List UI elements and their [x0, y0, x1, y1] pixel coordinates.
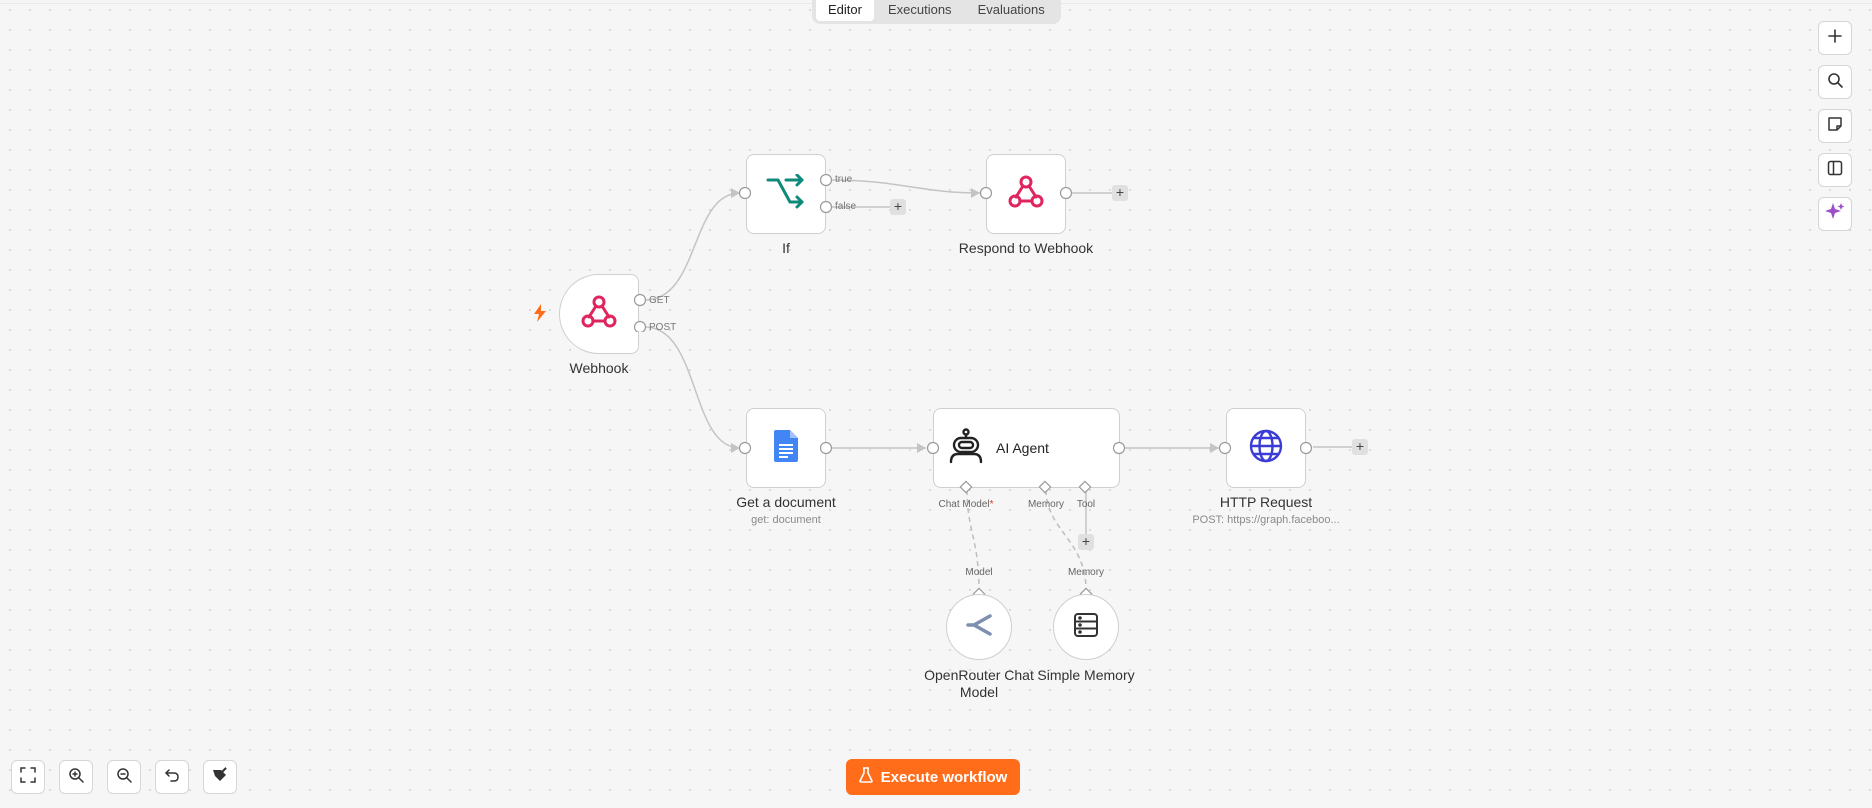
respond-node[interactable] — [986, 154, 1066, 234]
database-icon — [1073, 612, 1099, 643]
respond-output-handle[interactable] — [1059, 186, 1073, 200]
openrouter-icon — [964, 613, 994, 642]
if-output-true-label: true — [835, 174, 853, 185]
ai-assistant-button[interactable] — [1818, 197, 1852, 231]
webhook-node[interactable] — [559, 274, 639, 354]
trigger-bolt-icon — [533, 304, 547, 327]
panel-toggle-button[interactable] — [1818, 153, 1852, 187]
search-icon — [1827, 72, 1843, 93]
get-document-output-handle[interactable] — [819, 441, 833, 455]
respond-add-button[interactable]: + — [1112, 185, 1128, 201]
get-document-title: Get a document — [736, 494, 836, 510]
get-document-subtitle: get: document — [751, 514, 821, 526]
ai-agent-output-handle[interactable] — [1112, 441, 1126, 455]
tidy-up-button[interactable] — [203, 760, 237, 794]
http-request-subtitle: POST: https://graph.faceboo... — [1192, 514, 1340, 526]
webhook-output-post-label: POST — [649, 322, 677, 333]
respond-title: Respond to Webhook — [958, 240, 1094, 256]
chat-model-port-label: Chat Model — [938, 499, 990, 510]
execute-workflow-button[interactable]: Execute workflow — [846, 759, 1020, 795]
fit-view-icon — [20, 766, 36, 788]
ai-agent-node[interactable]: AI Agent — [933, 408, 1120, 488]
tidy-up-icon — [211, 766, 229, 789]
flask-icon — [858, 767, 873, 787]
ai-sparkle-icon — [1825, 202, 1845, 227]
webhook-title: Webhook — [569, 360, 629, 376]
fit-view-button[interactable] — [11, 760, 45, 794]
webhook-output-get-label: GET — [649, 295, 670, 306]
ai-agent-port-tool: Tool — [1076, 499, 1096, 510]
if-branch-icon — [766, 173, 806, 215]
get-document-node[interactable] — [746, 408, 826, 488]
panel-toggle-icon — [1827, 160, 1843, 181]
execute-workflow-label: Execute workflow — [880, 768, 1008, 786]
zoom-out-button[interactable] — [107, 760, 141, 794]
simple-memory-title: Simple Memory — [1037, 667, 1135, 683]
simple-memory-port-label: Memory — [1067, 567, 1105, 578]
webhook-icon — [1007, 173, 1045, 216]
ai-agent-add-tool-button[interactable]: + — [1078, 534, 1094, 550]
if-false-add-button[interactable]: + — [890, 199, 906, 215]
zoom-out-icon — [116, 767, 132, 788]
if-output-false-label: false — [835, 201, 857, 212]
http-add-button[interactable]: + — [1352, 439, 1368, 455]
respond-input-handle[interactable] — [979, 186, 993, 200]
webhook-icon — [580, 293, 618, 336]
http-request-title: HTTP Request — [1219, 494, 1313, 510]
ai-agent-port-memory: Memory — [1027, 499, 1065, 510]
globe-icon — [1248, 428, 1284, 469]
undo-icon — [164, 767, 180, 788]
openrouter-port-label: Model — [965, 567, 993, 578]
ai-agent-port-chat-model: Chat Model* — [930, 499, 1002, 510]
search-button[interactable] — [1818, 65, 1852, 99]
simple-memory-node[interactable] — [1053, 594, 1119, 660]
http-output-handle[interactable] — [1299, 441, 1313, 455]
if-output-handles[interactable] — [819, 173, 833, 215]
http-input-handle[interactable] — [1218, 441, 1232, 455]
if-input-handle[interactable] — [738, 186, 752, 200]
required-marker: * — [989, 499, 994, 510]
robot-icon — [948, 427, 984, 469]
openrouter-node[interactable] — [946, 594, 1012, 660]
add-node-icon — [1828, 28, 1842, 48]
if-node[interactable] — [746, 154, 826, 234]
ai-agent-sub-handles[interactable] — [957, 479, 1097, 497]
get-document-input-handle[interactable] — [738, 441, 752, 455]
undo-button[interactable] — [155, 760, 189, 794]
ai-agent-input-handle[interactable] — [926, 441, 940, 455]
openrouter-title-line2: Model — [959, 684, 999, 700]
connection-if-true-to-respond[interactable] — [829, 179, 981, 194]
sticky-note-icon — [1827, 116, 1843, 137]
sticky-note-button[interactable] — [1818, 109, 1852, 143]
webhook-output-handles[interactable] — [633, 292, 647, 332]
zoom-in-button[interactable] — [59, 760, 93, 794]
add-node-button[interactable] — [1818, 21, 1852, 55]
ai-agent-title: AI Agent — [996, 440, 1049, 456]
zoom-in-icon — [68, 767, 84, 788]
connection-webhook-post-to-get-document[interactable] — [644, 326, 741, 449]
if-title: If — [782, 240, 790, 256]
google-docs-icon — [774, 429, 798, 467]
http-request-node[interactable] — [1226, 408, 1306, 488]
